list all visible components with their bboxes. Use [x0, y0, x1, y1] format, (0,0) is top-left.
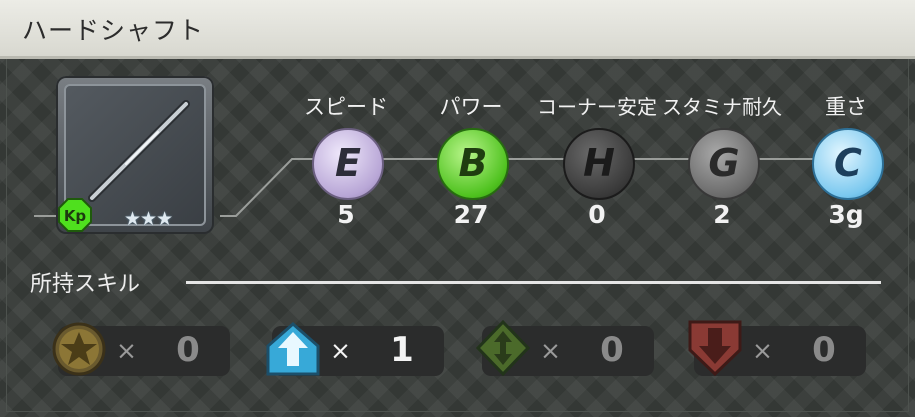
skill-count: 0: [176, 330, 200, 370]
stat-grade-speed: E: [312, 128, 384, 200]
arrow-down-icon: [688, 320, 742, 377]
stat-grade-corner: H: [563, 128, 635, 200]
star-medal-icon: [52, 322, 106, 376]
skill-multiplier: ×: [116, 336, 137, 365]
stat-value-stamina: 2: [713, 200, 731, 229]
skill-multiplier: ×: [752, 336, 773, 365]
arrow-up-icon: [266, 322, 320, 376]
parts-detail-panel: ハードシャフト Kp ★★★ スピード E 5 パワー B 27 コーナー安定 …: [0, 0, 915, 417]
skill-count: 0: [600, 330, 624, 370]
stat-label-speed: スピード: [304, 95, 388, 119]
svg-text:Kp: Kp: [64, 207, 87, 225]
stat-value-weight: 3g: [828, 200, 864, 229]
kp-badge-icon: Kp: [58, 198, 92, 232]
stat-grade-stamina: G: [688, 128, 760, 200]
rarity-stars: ★★★: [124, 208, 173, 230]
stat-label-corner: コーナー安定: [537, 95, 657, 119]
stat-label-power: パワー: [439, 95, 503, 119]
stat-value-power: 27: [453, 200, 489, 229]
skills-divider: [186, 281, 881, 284]
stat-grade-power: B: [437, 128, 509, 200]
stat-value-speed: 5: [337, 200, 355, 229]
stat-label-weight: 重さ: [825, 95, 867, 119]
arrow-updown-icon: [475, 319, 531, 377]
skill-multiplier: ×: [540, 336, 561, 365]
stat-grade-weight: C: [812, 128, 884, 200]
stat-label-stamina: スタミナ耐久: [662, 95, 782, 119]
skill-count: 0: [812, 330, 836, 370]
skill-multiplier: ×: [330, 336, 351, 365]
stat-value-corner: 0: [588, 200, 606, 229]
skills-heading: 所持スキル: [30, 272, 141, 297]
skill-count: 1: [390, 330, 414, 370]
